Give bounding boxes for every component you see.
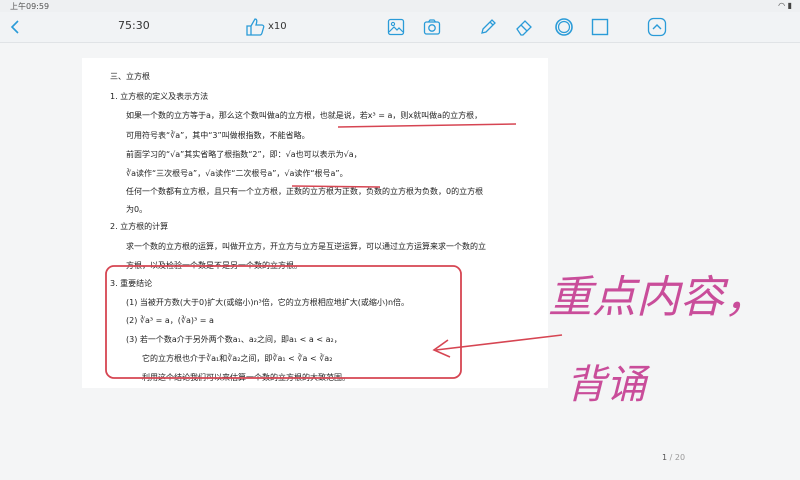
total-pages: 20 <box>674 453 686 462</box>
ink-arrow-line <box>435 334 563 351</box>
ink-box <box>105 265 462 379</box>
page-separator: / <box>667 453 675 462</box>
handwritten-note-line2: 背诵 <box>566 362 651 408</box>
ink-underline <box>337 123 517 128</box>
ink-annotation-layer[interactable]: 重点内容， 背诵 <box>0 0 800 480</box>
page-indicator: 1 / 20 <box>662 453 685 462</box>
ink-underline <box>291 185 381 188</box>
handwritten-note-line1: 重点内容， <box>548 272 768 323</box>
